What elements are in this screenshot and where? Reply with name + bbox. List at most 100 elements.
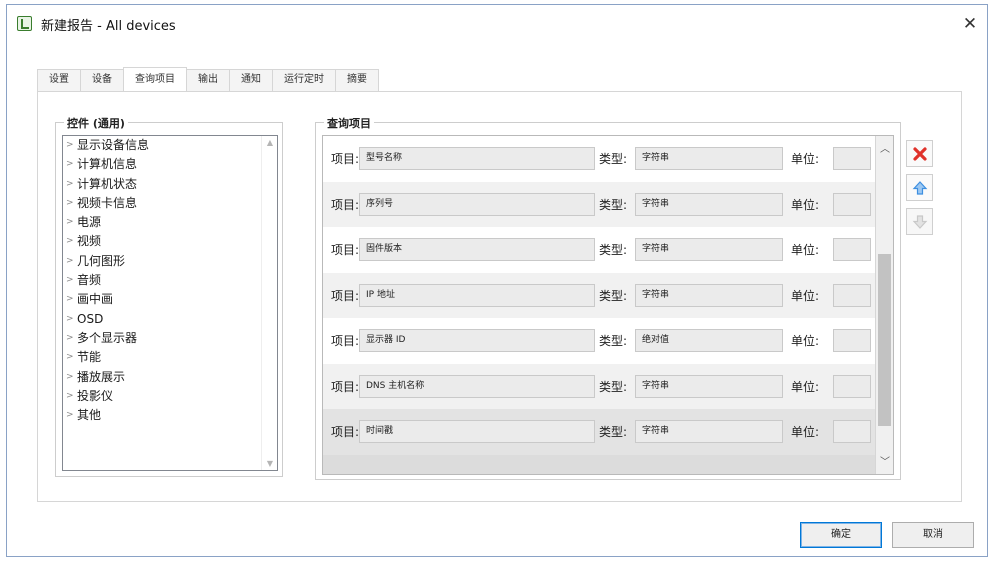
- widgets-group-title: 控件 (通用): [64, 115, 128, 131]
- item-label: 项目:: [331, 288, 360, 303]
- query-row: 项目: 固件版本 类型: 字符串 单位:: [323, 227, 875, 273]
- chevron-right-icon: >: [66, 313, 74, 324]
- type-field[interactable]: 字符串: [635, 192, 783, 216]
- scrollbar-thumb[interactable]: [878, 254, 891, 426]
- query-items-list: 项目: 型号名称 类型: 字符串 单位: 项目: 序列号 类型: 字符串 单位:: [322, 135, 894, 475]
- close-button[interactable]: ✕: [959, 13, 981, 35]
- tree-item-multi-display[interactable]: > 多个显示器: [63, 329, 277, 348]
- tab-schedule[interactable]: 运行定时: [272, 69, 336, 91]
- tree-item-label: 视频卡信息: [77, 195, 138, 210]
- tree-item-other[interactable]: > 其他: [63, 406, 277, 425]
- query-list-scrollbar[interactable]: ︿ ﹀: [875, 136, 893, 474]
- tab-output[interactable]: 输出: [186, 69, 230, 91]
- tree-item-video[interactable]: > 视频: [63, 232, 277, 251]
- type-field[interactable]: 字符串: [635, 238, 783, 261]
- tree-item-pip[interactable]: > 画中画: [63, 290, 277, 309]
- tab-query-items[interactable]: 查询项目: [123, 67, 187, 91]
- arrow-up-icon: [912, 181, 928, 195]
- tree-item-projector[interactable]: > 投影仪: [63, 387, 277, 406]
- tree-item-computer-status[interactable]: > 计算机状态: [63, 175, 277, 194]
- widget-tree-list: > 显示设备信息 > 计算机信息 > 计算机状态 > 视频卡信息 > 电源 > 视频 > 几何…: [62, 135, 278, 471]
- item-name-field[interactable]: 固件版本: [359, 238, 595, 261]
- tree-item-power[interactable]: > 电源: [63, 213, 277, 232]
- chevron-up-icon: ▲: [266, 138, 274, 147]
- chevron-down-icon[interactable]: ﹀: [876, 453, 893, 468]
- query-items-group: 查询项目 项目: 型号名称 类型: 字符串 单位: 项目: 序列号 类型: 字符…: [315, 115, 901, 480]
- unit-field[interactable]: [833, 420, 871, 443]
- unit-field[interactable]: [833, 238, 871, 261]
- move-down-button[interactable]: [906, 208, 933, 235]
- unit-field[interactable]: [833, 374, 871, 398]
- query-row: 项目: 序列号 类型: 字符串 单位:: [323, 181, 875, 227]
- type-field[interactable]: 字符串: [635, 147, 783, 170]
- item-label: 项目:: [331, 243, 360, 257]
- chevron-right-icon: >: [66, 294, 74, 305]
- unit-label: 单位:: [791, 334, 820, 348]
- item-label: 项目:: [331, 425, 360, 439]
- chevron-right-icon: >: [66, 410, 74, 421]
- tree-item-osd[interactable]: > OSD: [63, 310, 277, 329]
- tab-devices[interactable]: 设备: [80, 69, 124, 91]
- move-up-button[interactable]: [906, 174, 933, 201]
- query-row: 项目: 型号名称 类型: 字符串 单位:: [323, 136, 875, 182]
- item-name-field[interactable]: 时间戳: [359, 420, 595, 443]
- chevron-right-icon: >: [66, 236, 74, 247]
- tab-strip: 设置 设备 查询项目 输出 通知 运行定时 摘要: [37, 67, 379, 91]
- ok-button[interactable]: 确定: [800, 522, 882, 548]
- tree-item-audio[interactable]: > 音频: [63, 271, 277, 290]
- unit-label: 单位:: [791, 243, 820, 257]
- type-field[interactable]: 绝对值: [635, 329, 783, 352]
- type-field[interactable]: 字符串: [635, 283, 783, 307]
- type-label: 类型:: [599, 425, 628, 439]
- query-items-group-title: 查询项目: [324, 115, 374, 131]
- delete-item-button[interactable]: [906, 140, 933, 167]
- tree-item-playback[interactable]: > 播放展示: [63, 368, 277, 387]
- item-name-field[interactable]: 显示器 ID: [359, 329, 595, 352]
- unit-label: 单位:: [791, 379, 820, 394]
- tree-item-label: 投影仪: [77, 388, 114, 403]
- tree-item-power-saving[interactable]: > 节能: [63, 348, 277, 367]
- item-label: 项目:: [331, 334, 360, 348]
- chevron-right-icon: >: [66, 352, 74, 363]
- type-field[interactable]: 字符串: [635, 420, 783, 443]
- app-icon: [17, 16, 32, 31]
- tree-item-video-card[interactable]: > 视频卡信息: [63, 194, 277, 213]
- item-name-field[interactable]: 型号名称: [359, 147, 595, 170]
- tab-settings[interactable]: 设置: [37, 69, 81, 91]
- chevron-down-icon: ▼: [266, 459, 274, 468]
- query-row: 项目: 时间戳 类型: 字符串 单位:: [323, 409, 875, 455]
- tree-item-label: 计算机信息: [77, 157, 138, 172]
- item-label: 项目:: [331, 379, 360, 394]
- type-label: 类型:: [599, 379, 628, 394]
- item-name-field[interactable]: DNS 主机名称: [359, 374, 595, 398]
- unit-label: 单位:: [791, 288, 820, 303]
- tab-notify[interactable]: 通知: [229, 69, 273, 91]
- tree-item-geometry[interactable]: > 几何图形: [63, 252, 277, 271]
- query-row: 项目: IP 地址 类型: 字符串 单位:: [323, 272, 875, 318]
- tree-item-label: 电源: [77, 215, 102, 230]
- tree-item-computer-info[interactable]: > 计算机信息: [63, 155, 277, 174]
- chevron-up-icon[interactable]: ︿: [876, 140, 893, 155]
- unit-field[interactable]: [833, 329, 871, 352]
- type-field[interactable]: 字符串: [635, 374, 783, 398]
- tab-panel-query: 控件 (通用) > 显示设备信息 > 计算机信息 > 计算机状态 > 视频卡信息 > 电源…: [37, 91, 962, 502]
- unit-field[interactable]: [833, 192, 871, 216]
- type-label: 类型:: [599, 288, 628, 303]
- item-label: 项目:: [331, 152, 360, 166]
- chevron-right-icon: >: [66, 178, 74, 189]
- item-name-field[interactable]: 序列号: [359, 192, 595, 216]
- widget-list-scrollbar[interactable]: ▲ ▼: [261, 136, 277, 470]
- tree-item-label: 计算机状态: [77, 176, 138, 191]
- unit-field[interactable]: [833, 147, 871, 170]
- dialog-window: 新建报告 - All devices ✕ 设置 设备 查询项目 输出 通知 运行…: [6, 4, 988, 557]
- tree-item-label: 播放展示: [77, 369, 126, 384]
- cancel-button[interactable]: 取消: [892, 522, 974, 548]
- tree-item-label: 视频: [77, 234, 102, 249]
- item-name-field[interactable]: IP 地址: [359, 283, 595, 307]
- chevron-right-icon: >: [66, 217, 74, 228]
- unit-field[interactable]: [833, 283, 871, 307]
- type-label: 类型:: [599, 152, 628, 166]
- tab-summary[interactable]: 摘要: [335, 69, 379, 91]
- tree-item-label: 音频: [77, 273, 102, 288]
- tree-item-display-info[interactable]: > 显示设备信息: [63, 136, 277, 155]
